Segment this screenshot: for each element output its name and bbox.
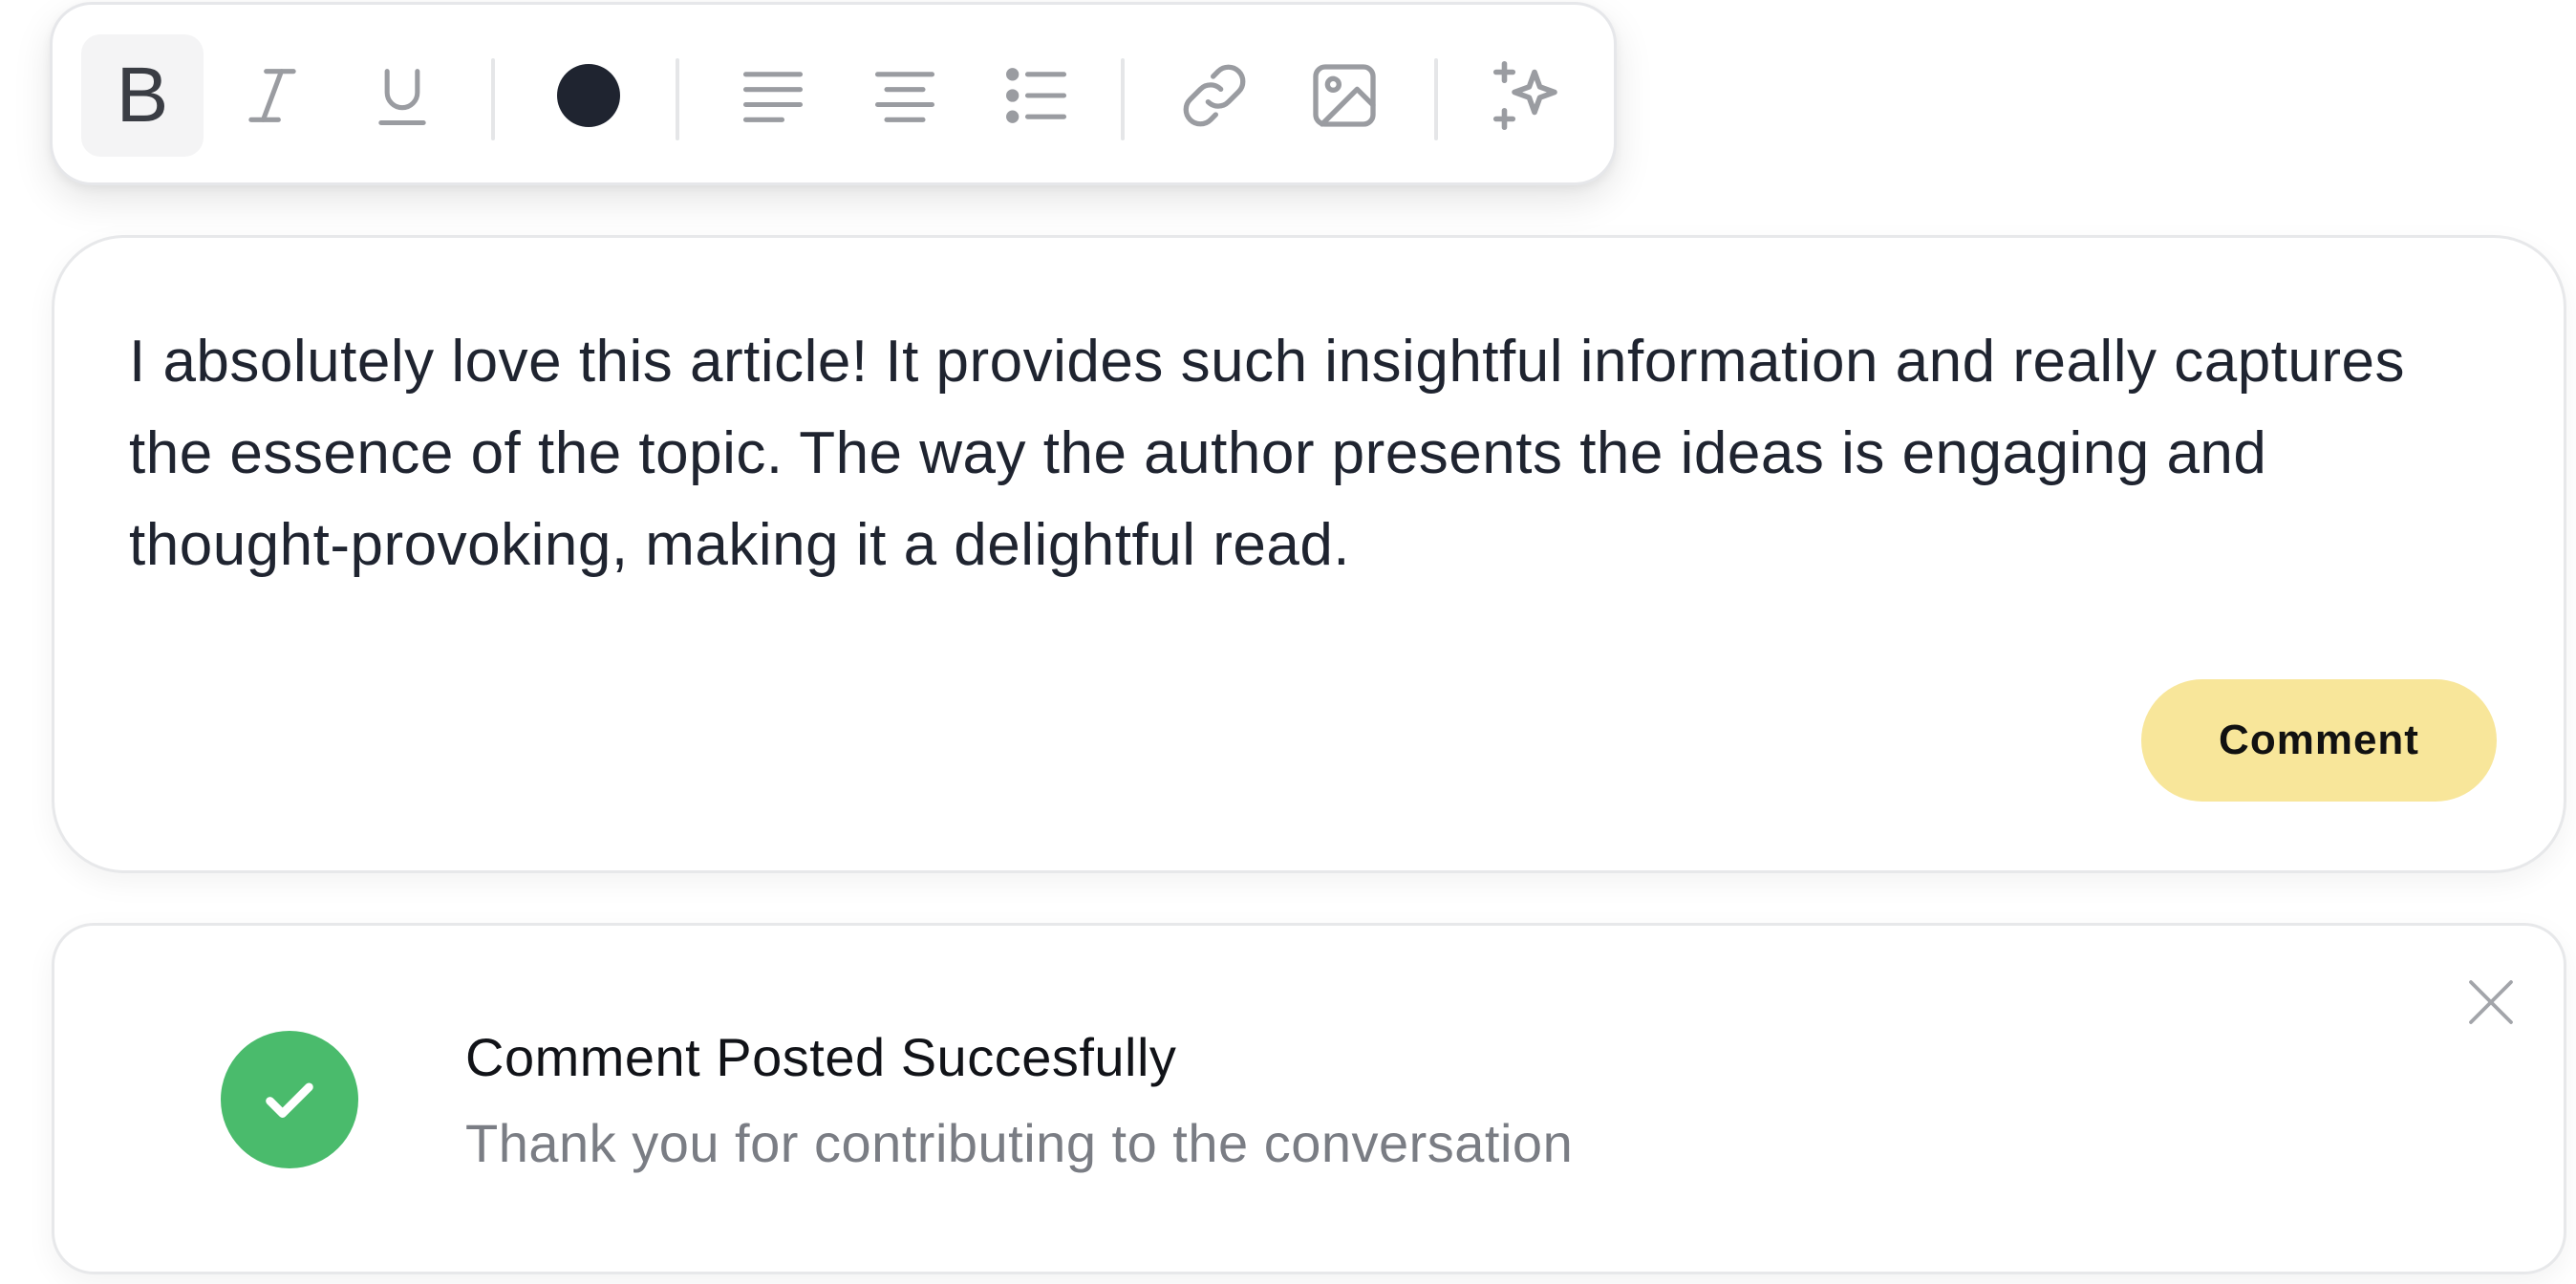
text-color-button[interactable] xyxy=(527,34,650,157)
comment-text[interactable]: I absolutely love this article! It provi… xyxy=(129,316,2479,591)
close-icon xyxy=(2469,980,2513,1024)
comment-submit-button[interactable]: Comment xyxy=(2141,679,2497,802)
italic-icon xyxy=(248,69,296,122)
link-icon xyxy=(1183,64,1246,127)
toast-message: Thank you for contributing to the conver… xyxy=(465,1113,1574,1173)
bold-button[interactable]: B xyxy=(81,34,204,157)
underline-button[interactable] xyxy=(341,34,463,157)
italic-button[interactable] xyxy=(211,34,333,157)
align-left-icon xyxy=(742,72,804,122)
align-left-button[interactable] xyxy=(712,34,834,157)
success-toast: Comment Posted Succesfully Thank you for… xyxy=(52,923,2566,1274)
check-circle-icon xyxy=(221,1031,358,1168)
comment-editor-screen: B I absolutely love this article! It pro… xyxy=(0,0,2576,1284)
link-button[interactable] xyxy=(1153,34,1276,157)
underline-icon xyxy=(378,69,426,126)
align-center-button[interactable] xyxy=(844,34,966,157)
formatting-toolbar: B xyxy=(50,2,1617,185)
toolbar-divider xyxy=(491,58,495,140)
toolbar-divider xyxy=(676,58,679,140)
image-icon xyxy=(1313,64,1376,127)
toast-title: Comment Posted Succesfully xyxy=(465,1027,1177,1087)
bullet-list-button[interactable] xyxy=(976,34,1098,157)
ai-sparkle-button[interactable] xyxy=(1467,34,1589,157)
close-button[interactable] xyxy=(2453,964,2529,1040)
bold-icon: B xyxy=(116,52,169,139)
bullet-list-icon xyxy=(1006,68,1067,123)
image-button[interactable] xyxy=(1283,34,1406,157)
toolbar-divider xyxy=(1434,58,1438,140)
align-center-icon xyxy=(874,72,935,122)
comment-editor[interactable]: I absolutely love this article! It provi… xyxy=(52,235,2566,873)
sparkle-icon xyxy=(1492,60,1557,131)
toolbar-divider xyxy=(1121,58,1125,140)
color-swatch-icon xyxy=(557,64,620,127)
